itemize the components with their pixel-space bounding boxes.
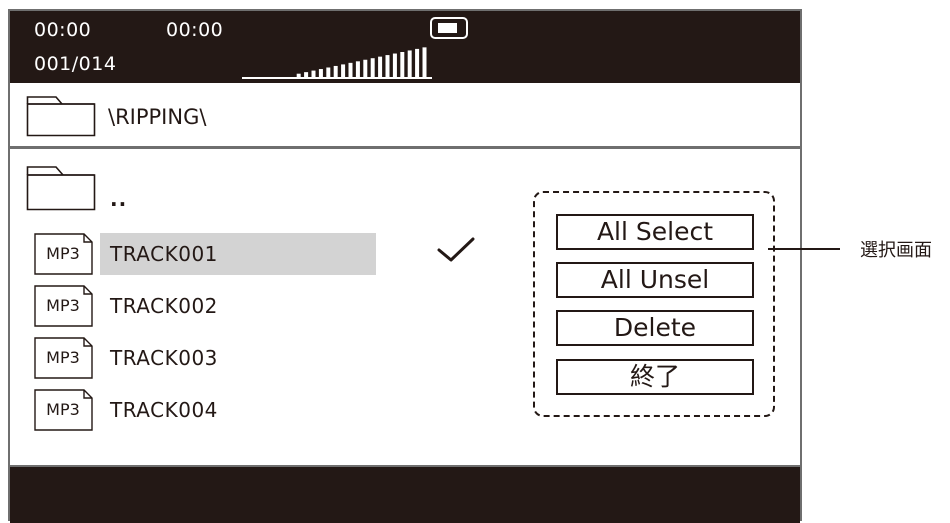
track-name: TRACK002 bbox=[110, 294, 218, 318]
mp3-file-icon: MP3 bbox=[34, 233, 96, 275]
list-item[interactable]: MP3 TRACK002 bbox=[28, 285, 388, 329]
player-screen: 00:00 00:00 001/014 \RIPPING\ .. MP3 TRA… bbox=[8, 9, 802, 523]
volume-bar bbox=[422, 47, 427, 79]
folder-icon bbox=[26, 96, 96, 137]
volume-bar bbox=[355, 61, 360, 79]
file-list: .. MP3 TRACK001 MP3 TRACK002 MP3 TRACK00… bbox=[10, 149, 800, 465]
volume-bar bbox=[318, 69, 323, 79]
volume-bar bbox=[341, 64, 346, 79]
volume-bar bbox=[378, 56, 383, 79]
volume-bar bbox=[296, 73, 301, 79]
callout-leader-line bbox=[768, 248, 840, 250]
volume-bar bbox=[304, 72, 309, 79]
parent-folder-icon[interactable] bbox=[26, 165, 96, 211]
mp3-file-icon: MP3 bbox=[34, 337, 96, 379]
check-icon bbox=[437, 237, 475, 262]
current-path: \RIPPING\ bbox=[108, 105, 207, 129]
volume-bar bbox=[407, 50, 412, 79]
all-select-button[interactable]: All Select bbox=[556, 214, 754, 250]
status-bar: 00:00 00:00 001/014 bbox=[10, 11, 800, 83]
list-item[interactable]: MP3 TRACK001 bbox=[28, 233, 388, 277]
volume-meter-icon bbox=[242, 47, 432, 79]
volume-bar bbox=[311, 70, 316, 79]
file-type-label: MP3 bbox=[46, 348, 80, 367]
mp3-file-icon: MP3 bbox=[34, 285, 96, 327]
parent-folder-label[interactable]: .. bbox=[110, 187, 127, 211]
volume-bar bbox=[370, 58, 375, 79]
volume-bar bbox=[415, 48, 420, 79]
total-time: 00:00 bbox=[166, 19, 224, 41]
mp3-file-icon: MP3 bbox=[34, 389, 96, 431]
volume-bar bbox=[333, 65, 338, 79]
elapsed-time: 00:00 bbox=[34, 19, 92, 41]
volume-bar bbox=[385, 55, 390, 79]
volume-bar bbox=[363, 59, 368, 79]
track-name: TRACK003 bbox=[110, 346, 218, 370]
battery-icon bbox=[430, 17, 468, 39]
list-item[interactable]: MP3 TRACK003 bbox=[28, 337, 388, 381]
selection-menu: All Select All Unsel Delete 終了 bbox=[533, 191, 775, 417]
volume-bar bbox=[392, 53, 397, 79]
track-name: TRACK001 bbox=[100, 233, 376, 275]
delete-button[interactable]: Delete bbox=[556, 310, 754, 346]
file-type-label: MP3 bbox=[46, 400, 80, 419]
path-bar: \RIPPING\ bbox=[10, 83, 800, 149]
battery-level bbox=[438, 23, 457, 33]
callout-label: 選択画面 bbox=[860, 240, 932, 261]
track-counter: 001/014 bbox=[34, 53, 117, 75]
file-type-label: MP3 bbox=[46, 244, 80, 263]
volume-bar bbox=[348, 62, 353, 79]
volume-bar bbox=[326, 67, 331, 79]
volume-bar bbox=[400, 52, 405, 79]
exit-button[interactable]: 終了 bbox=[556, 359, 754, 395]
bottom-bar bbox=[10, 465, 800, 523]
file-type-label: MP3 bbox=[46, 296, 80, 315]
all-unsel-button[interactable]: All Unsel bbox=[556, 262, 754, 298]
track-name: TRACK004 bbox=[110, 398, 218, 422]
list-item[interactable]: MP3 TRACK004 bbox=[28, 389, 388, 433]
